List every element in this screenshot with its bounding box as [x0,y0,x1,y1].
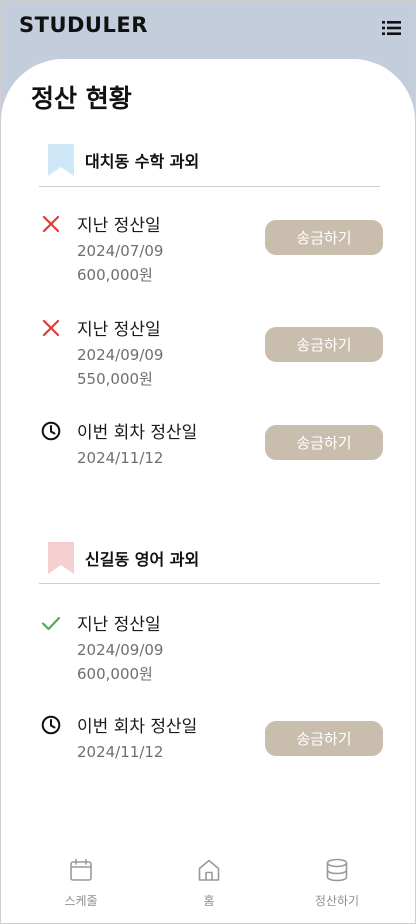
menu-button[interactable] [379,16,405,40]
app-logo[interactable]: STUDULER [19,13,148,37]
nav-item-settlement[interactable]: 정산하기 [282,857,392,909]
check-icon [41,616,61,631]
send-money-button[interactable]: 송금하기 [265,721,383,756]
clock-icon [41,421,61,441]
calendar-icon [70,858,92,881]
page-title: 정산 현황 [31,84,132,113]
home-icon [198,859,220,881]
nav-label: 홈 [203,894,215,908]
nav-label: 정산하기 [314,894,360,908]
send-money-button[interactable]: 송금하기 [265,425,383,460]
payment-label: 지난 정산일 [77,216,161,236]
payment-date: 2024/09/09 [77,346,164,364]
nav-label: 스케줄 [64,894,98,908]
section-divider [39,186,380,187]
nav-item-schedule[interactable]: 스케줄 [26,857,136,909]
payment-date: 2024/07/09 [77,242,164,260]
payment-date: 2024/11/12 [77,743,164,761]
bookmark-icon [48,542,74,574]
section-title: 신길동 영어 과외 [85,550,200,569]
payment-date: 2024/09/09 [77,641,164,659]
payment-label: 이번 회차 정산일 [77,423,198,443]
section-divider [39,583,380,584]
database-icon [326,858,348,882]
content-card [1,59,415,923]
bookmark-icon [48,144,74,176]
clock-icon [41,715,61,735]
payment-amount: 600,000원 [77,665,153,683]
payment-label: 이번 회차 정산일 [77,717,198,737]
section-title: 대치동 수학 과외 [85,152,200,171]
top-bar: STUDULER [1,1,415,61]
nav-item-home[interactable]: 홈 [154,857,264,909]
menu-list-icon [382,21,401,35]
x-icon [42,215,60,233]
bottom-nav: 스케줄 홈 정산하기 [1,851,415,923]
payment-amount: 600,000원 [77,266,153,284]
send-money-button[interactable]: 송금하기 [265,327,383,362]
payment-amount: 550,000원 [77,370,153,388]
x-icon [42,319,60,337]
payment-label: 지난 정산일 [77,320,161,340]
send-money-button[interactable]: 송금하기 [265,220,383,255]
payment-label: 지난 정산일 [77,615,161,635]
app-frame: STUDULER 정산 현황 대치동 수학 과외 지난 정산일 2024/07/… [0,0,416,924]
payment-date: 2024/11/12 [77,449,164,467]
